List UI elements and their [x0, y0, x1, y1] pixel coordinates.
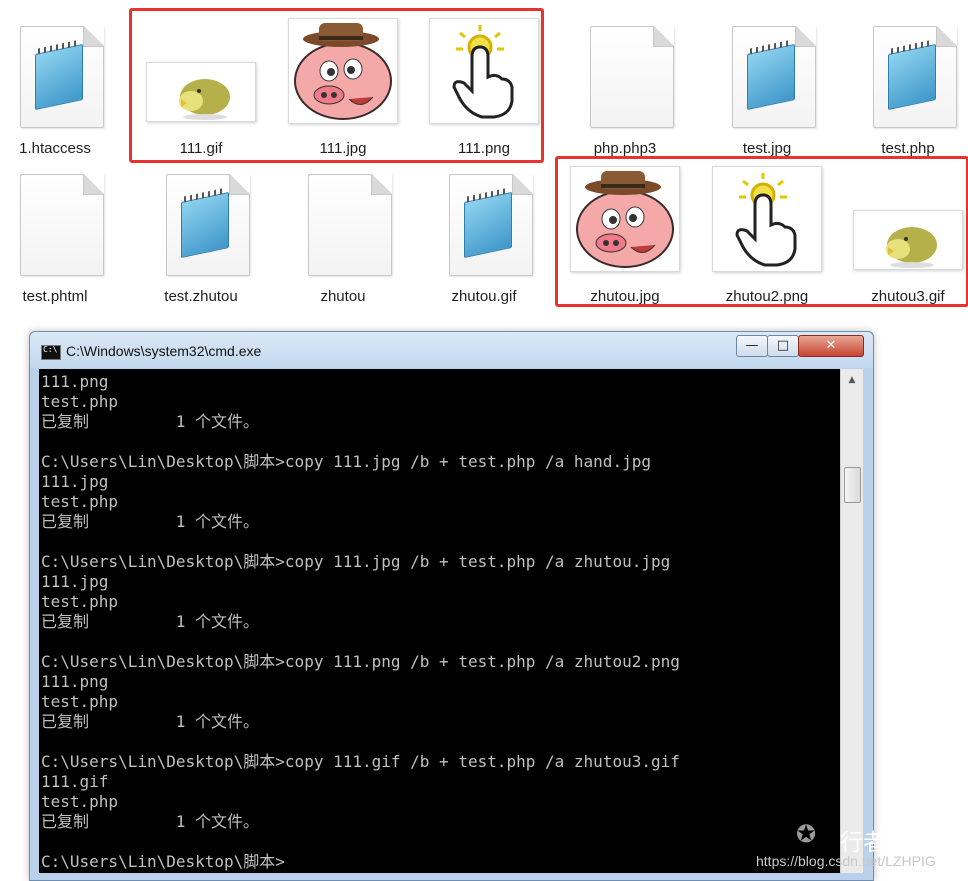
- console-line: test.php: [41, 692, 119, 711]
- file-item[interactable]: php.php3: [570, 16, 680, 166]
- notepad-file-icon: [853, 16, 963, 136]
- file-name: test.phtml: [22, 288, 88, 305]
- file-name: test.zhutou: [164, 288, 238, 305]
- file-name: 1.htaccess: [19, 140, 91, 157]
- console-line: C:\Users\Lin\Desktop\脚本>: [41, 852, 285, 871]
- console-line: test.php: [41, 392, 119, 411]
- highlight-box-generated: [555, 156, 968, 307]
- file-item[interactable]: zhutou: [288, 164, 398, 314]
- console-line: C:\Users\Lin\Desktop\脚本>copy 111.jpg /b …: [41, 552, 671, 571]
- file-item[interactable]: zhutou.gif: [429, 164, 539, 314]
- console-line: 已复制 1 个文件。: [41, 712, 259, 731]
- console-line: 111.gif: [41, 772, 109, 791]
- watermark-title: 行者匠心: [840, 830, 932, 856]
- console-line: test.php: [41, 492, 119, 511]
- console-line: 111.png: [41, 372, 109, 391]
- file-name: test.php: [881, 140, 935, 157]
- console-line: C:\Users\Lin\Desktop\脚本>copy 111.png /b …: [41, 652, 680, 671]
- vertical-scrollbar[interactable]: ▲: [840, 369, 863, 873]
- console-line: 111.png: [41, 672, 109, 691]
- file-name: php.php3: [593, 140, 657, 157]
- console-line: 已复制 1 个文件。: [41, 412, 259, 431]
- console-line: 111.jpg: [41, 472, 109, 491]
- console-line: test.php: [41, 792, 119, 811]
- minimize-button[interactable]: —: [736, 335, 768, 357]
- file-item[interactable]: test.phtml: [0, 164, 110, 314]
- scrollbar-thumb[interactable]: [844, 467, 861, 503]
- file-name: test.jpg: [742, 140, 792, 157]
- wechat-icon: ✪: [796, 820, 817, 848]
- console-line: 111.jpg: [41, 572, 109, 591]
- highlight-box-originals: [129, 8, 544, 163]
- cmd-window: C:\Windows\system32\cmd.exe — □ ✕ 111.pn…: [29, 331, 874, 881]
- blank-file-icon: [0, 164, 110, 284]
- close-button[interactable]: ✕: [798, 335, 864, 357]
- title-bar[interactable]: C:\Windows\system32\cmd.exe — □ ✕: [30, 332, 873, 368]
- file-name: zhutou: [320, 288, 366, 305]
- console-line: C:\Users\Lin\Desktop\脚本>copy 111.jpg /b …: [41, 452, 651, 471]
- blank-file-icon: [288, 164, 398, 284]
- file-item[interactable]: test.php: [853, 16, 963, 166]
- console-output[interactable]: 111.png test.php 已复制 1 个文件。 C:\Users\Lin\De…: [39, 369, 840, 873]
- console-text: 111.png test.php 已复制 1 个文件。 C:\Users\Lin\De…: [41, 372, 680, 872]
- console-line: 已复制 1 个文件。: [41, 512, 259, 531]
- notepad-file-icon: [712, 16, 822, 136]
- file-item[interactable]: 1.htaccess: [0, 16, 110, 166]
- notepad-file-icon: [429, 164, 539, 284]
- console-line: 已复制 1 个文件。: [41, 612, 259, 631]
- cmd-app-icon: [41, 345, 61, 360]
- blank-file-icon: [570, 16, 680, 136]
- file-name: zhutou.gif: [451, 288, 517, 305]
- scroll-up-icon[interactable]: ▲: [841, 371, 863, 389]
- maximize-button[interactable]: □: [767, 335, 799, 357]
- console-line: C:\Users\Lin\Desktop\脚本>copy 111.gif /b …: [41, 752, 680, 771]
- file-item[interactable]: test.zhutou: [146, 164, 256, 314]
- notepad-file-icon: [146, 164, 256, 284]
- window-title: C:\Windows\system32\cmd.exe: [66, 343, 262, 359]
- watermark-url: https://blog.csdn.net/LZHPIG: [756, 853, 936, 869]
- notepad-file-icon: [0, 16, 110, 136]
- console-line: test.php: [41, 592, 119, 611]
- console-line: 已复制 1 个文件。: [41, 812, 259, 831]
- file-item[interactable]: test.jpg: [712, 16, 822, 166]
